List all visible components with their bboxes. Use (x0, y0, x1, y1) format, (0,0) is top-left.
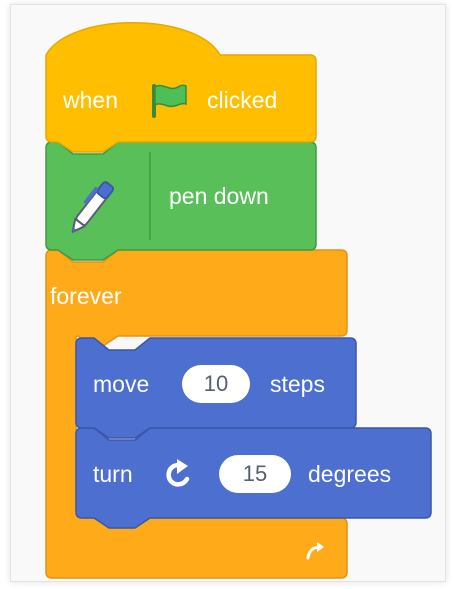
rotate-clockwise-icon (166, 459, 190, 487)
degrees-label: degrees (308, 461, 392, 487)
hat-when-label: when (63, 87, 118, 113)
loop-arrow-icon (306, 542, 324, 560)
hat-clicked-label: clicked (207, 87, 278, 113)
move-steps-input[interactable]: 10 (182, 365, 250, 403)
steps-label: steps (270, 371, 325, 397)
forever-label: forever (50, 283, 122, 309)
green-flag-icon[interactable] (148, 82, 192, 118)
turn-degrees-input[interactable]: 15 (219, 455, 291, 493)
pen-down-label: pen down (169, 183, 269, 209)
turn-label: turn (93, 461, 133, 487)
pen-icon (71, 181, 115, 233)
move-label: move (93, 371, 150, 397)
